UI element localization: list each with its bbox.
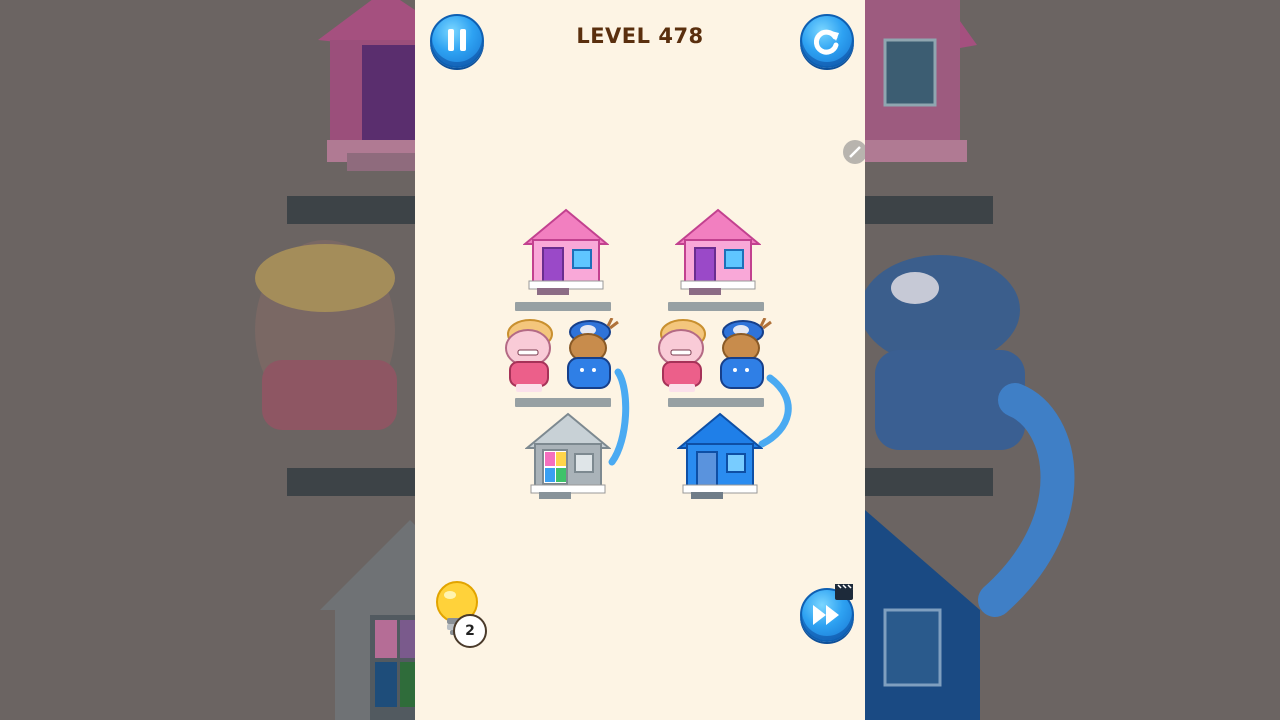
blue-house[interactable] xyxy=(677,412,763,502)
shelf-top-right xyxy=(668,302,764,311)
hint-count-badge: 2 xyxy=(453,614,487,648)
hint-button[interactable]: 2 xyxy=(430,580,490,648)
pink-house-left[interactable] xyxy=(523,208,609,298)
restart-icon xyxy=(813,29,839,55)
pink-character-left[interactable] xyxy=(502,316,558,394)
game-screen: LEVEL 478 2 xyxy=(415,0,865,720)
level-title: LEVEL 478 xyxy=(576,24,704,48)
background-right-art xyxy=(865,0,1280,720)
background-right xyxy=(865,0,1280,720)
background-left-art xyxy=(0,0,415,720)
pink-house-right[interactable] xyxy=(675,208,761,298)
video-ad-icon xyxy=(835,584,853,600)
shelf-mid-left xyxy=(515,398,611,407)
edit-icon[interactable] xyxy=(843,140,865,164)
gray-house[interactable] xyxy=(525,412,611,502)
shelf-top-left xyxy=(515,302,611,311)
restart-button[interactable] xyxy=(800,14,854,68)
background-left xyxy=(0,0,415,720)
pencil-glyph xyxy=(849,146,861,158)
